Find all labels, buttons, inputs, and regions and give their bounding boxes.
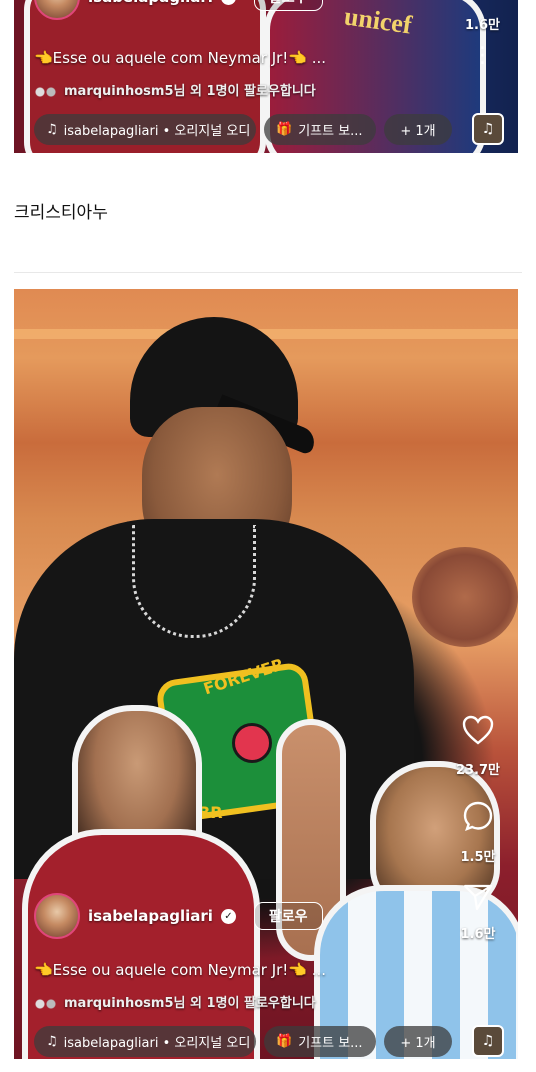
action-column-top: 1.6만 ⋮: [465, 14, 500, 67]
follow-button[interactable]: 팔로우: [253, 902, 323, 930]
person-necklace: [132, 525, 256, 638]
plus-chip[interactable]: + 1개: [384, 1025, 452, 1057]
follower-avatars: [34, 85, 58, 98]
music-chip[interactable]: ♫ isabelapagliari • 오리지널 오디: [34, 113, 256, 145]
share-count: 1.6만: [465, 18, 500, 33]
avatar[interactable]: [34, 0, 80, 20]
send-icon[interactable]: [463, 883, 493, 911]
avatar[interactable]: [34, 893, 80, 939]
caption[interactable]: 👈Esse ou aquele com Neymar Jr!👈 ...: [34, 49, 326, 67]
share-count: 1.6만: [460, 927, 496, 942]
follower-avatars: [34, 997, 58, 1010]
comment-icon[interactable]: [462, 800, 494, 832]
person-hand: [412, 547, 518, 647]
divider: [14, 272, 522, 273]
gift-icon: 🎁: [276, 121, 293, 137]
profile-row-top: isabelapagliari ✓ 팔로우: [34, 0, 323, 20]
username[interactable]: isabelapagliari: [88, 0, 213, 6]
gift-label: 기프트 보...: [298, 123, 363, 139]
bottom-bar-main: ♫ isabelapagliari • 오리지널 오디 🎁 기프트 보... +…: [34, 1025, 504, 1057]
music-label: isabelapagliari • 오리지널 오디: [63, 123, 251, 139]
audio-thumbnail[interactable]: ♫: [472, 1025, 504, 1057]
bottom-bar-top: ♫ isabelapagliari • 오리지널 오디 🎁 기프트 보... +…: [34, 113, 504, 145]
caption[interactable]: 👈Esse ou aquele com Neymar Jr!👈 ...: [34, 961, 326, 979]
plus-chip[interactable]: + 1개: [384, 113, 452, 145]
verified-badge-icon: ✓: [220, 0, 236, 5]
gift-icon: 🎁: [276, 1033, 293, 1049]
heart-icon[interactable]: [462, 715, 494, 745]
audio-thumbnail[interactable]: ♫: [472, 113, 504, 145]
gift-chip[interactable]: 🎁 기프트 보...: [264, 113, 376, 145]
followed-by-text[interactable]: marquinhosm5님 외 1명이 팔로우합니다: [34, 80, 316, 99]
music-note-icon: ♫: [46, 1033, 58, 1049]
comment-count: 1.5만: [460, 850, 496, 865]
follow-button[interactable]: 팔로우: [253, 0, 323, 11]
followed-by-label: marquinhosm5님 외 1명이 팔로우합니다: [64, 996, 316, 1011]
gift-label: 기프트 보...: [298, 1035, 363, 1051]
reel-card-main[interactable]: FOREVER BR 23.7만 1.5만 1.6만 isabelapaglia…: [14, 289, 518, 1059]
profile-row-main: isabelapagliari ✓ 팔로우: [34, 893, 323, 939]
music-label: isabelapagliari • 오리지널 오디: [63, 1035, 251, 1051]
action-column-main: 23.7만 1.5만 1.6만: [456, 715, 500, 942]
reel-card-top[interactable]: unicef isabelapagliari ✓ 팔로우 👈Esse ou aq…: [14, 0, 518, 153]
music-note-icon: ♫: [46, 121, 58, 137]
like-count: 23.7만: [455, 763, 500, 778]
followed-by-text[interactable]: marquinhosm5님 외 1명이 팔로우합니다: [34, 992, 316, 1011]
gift-chip[interactable]: 🎁 기프트 보...: [264, 1025, 376, 1057]
verified-badge-icon: ✓: [220, 908, 236, 924]
username[interactable]: isabelapagliari: [88, 907, 213, 925]
followed-by-label: marquinhosm5님 외 1명이 팔로우합니다: [64, 84, 316, 99]
shirt-graphic-ball: [232, 723, 272, 763]
more-vertical-icon[interactable]: ⋮: [472, 45, 494, 67]
post-text: 크리스티아누: [14, 203, 108, 223]
music-chip[interactable]: ♫ isabelapagliari • 오리지널 오디: [34, 1025, 256, 1057]
